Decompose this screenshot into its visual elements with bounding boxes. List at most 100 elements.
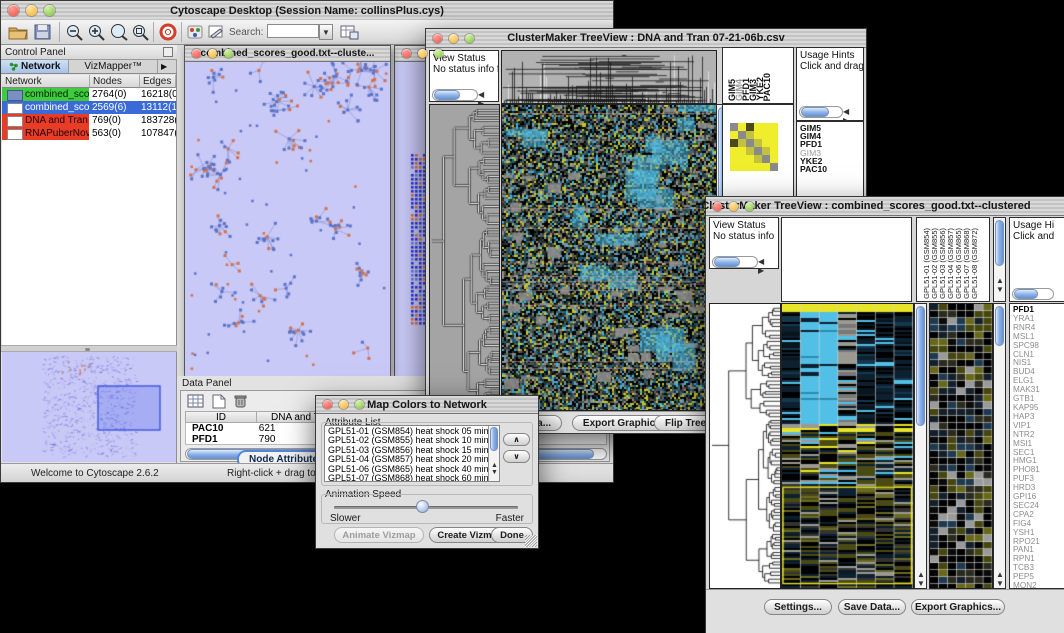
close-icon[interactable] (323, 400, 332, 409)
matrix-cell[interactable] (738, 147, 746, 155)
column-dendrogram[interactable] (501, 50, 717, 104)
genelist-vscrollbar[interactable]: ▲▼ (993, 303, 1006, 589)
network-overview-thumbnail[interactable] (2, 352, 176, 462)
matrix-cell[interactable] (762, 123, 770, 131)
zoom-window-icon[interactable] (465, 34, 474, 43)
save-data-button[interactable]: Save Data... (838, 599, 906, 615)
matrix-cell[interactable] (754, 147, 762, 155)
matrix-cell[interactable] (770, 123, 778, 131)
network-row[interactable]: RNAPuberNov2+I563(0)107847(0) (2, 127, 176, 140)
zoom-in-icon[interactable] (87, 23, 107, 47)
matrix-cell[interactable] (730, 163, 738, 171)
tab-network[interactable]: Network (1, 60, 69, 73)
matrix-cell[interactable] (746, 123, 754, 131)
matrix-cell[interactable] (730, 131, 738, 139)
matrix-cell[interactable] (738, 123, 746, 131)
animate-vizmap-button[interactable]: Animate Vizmap (334, 527, 424, 543)
network-row[interactable]: DNA and Tran 07769(0)183728(0) (2, 114, 176, 127)
matrix-cell[interactable] (762, 163, 770, 171)
search-dropdown-icon[interactable]: ▼ (319, 24, 333, 40)
resize-grip-icon[interactable] (525, 535, 537, 547)
matrix-cell[interactable] (746, 147, 754, 155)
matrix-cell[interactable] (770, 147, 778, 155)
main-titlebar[interactable]: Cytoscape Desktop (Session Name: collins… (1, 1, 613, 21)
view-status-hscrollbar[interactable] (712, 256, 758, 268)
matrix-cell[interactable] (754, 139, 762, 147)
col-nodes[interactable]: Nodes (90, 75, 140, 88)
save-icon[interactable] (33, 23, 53, 46)
network-canvas[interactable] (185, 62, 390, 376)
zoom-selected-icon[interactable] (131, 23, 151, 47)
col-network[interactable]: Network (2, 75, 90, 88)
matrix-cell[interactable] (746, 139, 754, 147)
matrix-cell[interactable] (730, 139, 738, 147)
open-file-icon[interactable] (7, 23, 29, 46)
window-controls[interactable] (713, 202, 754, 211)
scrollbar-thumb[interactable] (490, 427, 498, 451)
window-controls[interactable] (323, 400, 364, 409)
matrix-cell[interactable] (738, 155, 746, 163)
heatmap-canvas[interactable] (781, 303, 914, 589)
panel-divider[interactable] (1, 345, 177, 352)
window-controls[interactable] (8, 5, 55, 16)
divider-handle-icon[interactable] (85, 348, 90, 351)
scrollbar-thumb[interactable] (916, 306, 925, 426)
matrix-cell[interactable] (762, 155, 770, 163)
matrix-cell[interactable] (770, 155, 778, 163)
help-lifering-icon[interactable] (159, 23, 179, 47)
settings-button[interactable]: Settings... (764, 599, 832, 615)
matrix-cell[interactable] (738, 163, 746, 171)
treeview1-titlebar[interactable]: ClusterMaker TreeView : DNA and Tran 07-… (426, 29, 866, 48)
scroll-arrows-icon[interactable]: ◀ ▶ (758, 257, 778, 275)
float-panel-icon[interactable] (163, 47, 173, 57)
close-icon[interactable] (433, 34, 442, 43)
scrollbar-thumb[interactable] (995, 220, 1004, 266)
matrix-cell[interactable] (746, 131, 754, 139)
view-status-hscrollbar[interactable] (432, 89, 478, 101)
window-controls[interactable] (433, 34, 474, 43)
scrollbar-thumb[interactable] (995, 306, 1004, 346)
minimize-icon[interactable] (449, 34, 458, 43)
treeview2-titlebar[interactable]: ClusterMaker TreeView : combined_scores_… (706, 197, 1064, 216)
vizmap-icon[interactable] (187, 24, 205, 45)
minimize-icon[interactable] (729, 202, 738, 211)
usage-hints-hscrollbar[interactable] (1012, 288, 1054, 300)
matrix-cell[interactable] (754, 163, 762, 171)
zoomed-heatmap-canvas[interactable] (929, 303, 993, 589)
speed-slider-thumb[interactable] (416, 500, 429, 513)
matrix-cell[interactable] (746, 155, 754, 163)
matrix-cell[interactable] (754, 123, 762, 131)
matrix-cell[interactable] (770, 139, 778, 147)
matrix-cell[interactable] (738, 131, 746, 139)
window-controls[interactable] (192, 49, 233, 58)
matrix-cell[interactable] (746, 163, 754, 171)
search-input[interactable] (267, 24, 319, 38)
scroll-arrows-icon[interactable]: ▲▼ (917, 570, 925, 588)
zoom-window-icon[interactable] (745, 202, 754, 211)
matrix-cell[interactable] (730, 155, 738, 163)
matrix-cell[interactable] (762, 139, 770, 147)
matrix-cell[interactable] (762, 147, 770, 155)
matrix-cell[interactable] (770, 131, 778, 139)
annotation-icon[interactable] (207, 24, 225, 45)
column-tree-panel[interactable] (781, 217, 912, 302)
import-table-icon[interactable] (339, 23, 359, 46)
matrix-cell[interactable] (730, 123, 738, 131)
gene-dendrogram[interactable] (429, 104, 500, 411)
matrix-cell[interactable] (762, 131, 770, 139)
scroll-arrows-icon[interactable]: ▲▼ (996, 276, 1004, 294)
close-icon[interactable] (8, 5, 19, 16)
tabs-overflow-icon[interactable]: ▶ (158, 60, 177, 73)
scroll-arrows-icon[interactable]: ▲▼ (996, 570, 1004, 588)
dialog-titlebar[interactable]: Map Colors to Network (316, 396, 538, 414)
labels-vscrollbar[interactable]: ▲▼ (993, 217, 1006, 302)
tab-vizmapper[interactable]: VizMapper™ (69, 60, 158, 73)
zoom-window-icon[interactable] (355, 400, 364, 409)
move-down-button[interactable]: ∨ (503, 450, 530, 463)
export-graphics-button[interactable]: Export Graphics... (911, 599, 1005, 615)
matrix-cell[interactable] (770, 163, 778, 171)
network-table-header[interactable]: Network Nodes Edges (2, 75, 176, 88)
list-vscrollbar[interactable]: ▲▼ (488, 426, 499, 481)
heatmap-canvas[interactable] (501, 104, 717, 411)
gene-dendrogram[interactable] (709, 303, 781, 589)
